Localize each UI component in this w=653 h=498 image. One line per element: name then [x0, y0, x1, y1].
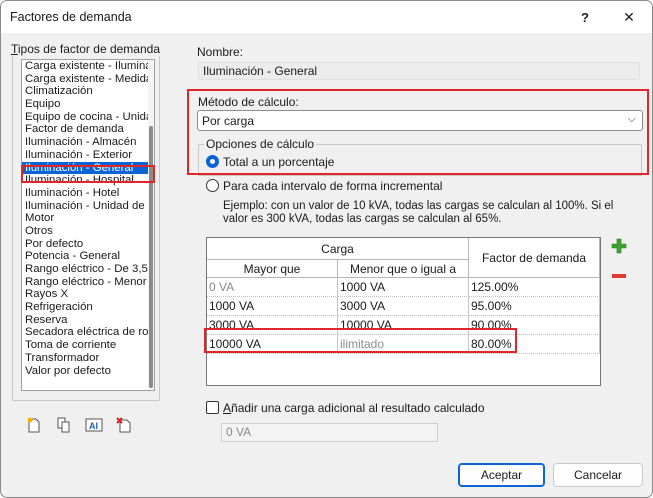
table-cell-factor[interactable]: 95.00% — [469, 297, 600, 316]
col-header-menor: Menor que o igual a — [338, 260, 469, 278]
col-header-mayor: Mayor que — [207, 260, 338, 278]
table-cell-factor[interactable]: 125.00% — [469, 278, 600, 297]
type-list-item[interactable]: Valor por defecto — [22, 365, 154, 378]
type-list-item[interactable]: Rango eléctrico - Menor que — [22, 276, 154, 289]
type-list-item[interactable]: Factor de demanda — [22, 123, 154, 136]
type-list-item[interactable]: Rayos X — [22, 288, 154, 301]
list-scrollbar[interactable] — [148, 60, 154, 390]
demand-factor-table: Carga Mayor que Menor que o igual a Fact… — [206, 237, 601, 386]
delete-type-icon — [116, 417, 131, 433]
type-list-item[interactable]: Potencia - General — [22, 250, 154, 263]
type-list-item[interactable]: Equipo — [22, 98, 154, 111]
type-list-item[interactable]: Equipo de cocina - Unidad — [22, 111, 154, 124]
add-row-button[interactable] — [611, 238, 627, 254]
help-icon: ? — [581, 9, 589, 25]
type-list-item[interactable]: Climatización — [22, 85, 154, 98]
remove-row-button[interactable] — [611, 270, 627, 280]
types-list-items: Carga existente - IluminaciónCarga exist… — [22, 60, 154, 377]
close-button[interactable]: ✕ — [607, 1, 651, 33]
svg-text:AI: AI — [89, 421, 98, 431]
new-type-button[interactable] — [24, 415, 44, 435]
types-group-legend: Tipos de factor de demanda — [10, 42, 161, 56]
type-list-item[interactable]: Reserva — [22, 314, 154, 327]
type-list-item[interactable]: Carga existente - Iluminación — [22, 60, 154, 73]
type-list-item[interactable]: Otros — [22, 225, 154, 238]
plus-icon — [611, 238, 627, 254]
demand-factors-dialog: Factores de demanda ? ✕ Tipos de factor … — [0, 0, 653, 498]
add-load-checkbox[interactable] — [206, 401, 219, 414]
method-highlight-box — [187, 89, 649, 175]
type-list-item[interactable]: Secadora eléctrica de ropa — [22, 326, 154, 339]
type-list-item[interactable]: Rango eléctrico - De 3,5 kW — [22, 263, 154, 276]
type-list-item[interactable]: Iluminación - Hotel — [22, 187, 154, 200]
selected-type-highlight-box — [21, 165, 155, 183]
types-list[interactable]: Carga existente - IluminaciónCarga exist… — [21, 59, 155, 391]
new-type-icon — [27, 417, 40, 433]
load-group-header: Carga — [207, 238, 469, 260]
minus-icon — [612, 274, 626, 278]
type-list-item[interactable]: Carga existente - Medida 30 — [22, 73, 154, 86]
incremental-radio[interactable] — [206, 179, 219, 192]
add-load-label: Añadir una carga adicional al resultado … — [223, 401, 485, 415]
duplicate-type-button[interactable] — [54, 415, 74, 435]
type-list-item[interactable]: Transformador — [22, 352, 154, 365]
duplicate-type-icon — [57, 417, 70, 433]
title-bar: Factores de demanda ? ✕ — [1, 1, 652, 33]
last-row-highlight-box — [204, 328, 517, 353]
name-field: Iluminación - General — [198, 62, 640, 80]
example-text-line2: valor es 300 kVA, todas las cargas se ca… — [223, 213, 502, 225]
type-list-item[interactable]: Toma de corriente — [22, 339, 154, 352]
accept-button[interactable]: Aceptar — [458, 463, 545, 487]
table-cell-menor[interactable]: 1000 VA — [338, 278, 469, 297]
table-cell-menor[interactable]: 3000 VA — [338, 297, 469, 316]
example-text-line1: Ejemplo: con un valor de 10 kVA, todas l… — [223, 200, 614, 212]
cancel-button[interactable]: Cancelar — [553, 463, 643, 487]
window-title: Factores de demanda — [10, 10, 132, 24]
type-list-item[interactable]: Iluminación - Unidad de vivienda — [22, 200, 154, 213]
close-icon: ✕ — [623, 8, 635, 25]
type-list-item[interactable]: Iluminación - Exterior — [22, 149, 154, 162]
type-list-item[interactable]: Refrigeración — [22, 301, 154, 314]
incremental-label: Para cada intervalo de forma incremental — [223, 179, 443, 193]
type-list-item[interactable]: Por defecto — [22, 238, 154, 251]
table-cell-mayor: 1000 VA — [207, 297, 338, 316]
rename-type-button[interactable]: AI — [84, 415, 104, 435]
help-button[interactable]: ? — [563, 1, 607, 33]
type-list-item[interactable]: Iluminación - Almacén — [22, 136, 154, 149]
name-label: Nombre: — [197, 45, 244, 59]
delete-type-button[interactable] — [114, 415, 134, 435]
table-cell-mayor: 0 VA — [207, 278, 338, 297]
add-load-field: 0 VA — [221, 423, 438, 442]
type-list-item[interactable]: Motor — [22, 212, 154, 225]
rename-type-icon: AI — [85, 418, 103, 432]
col-header-factor: Factor de demanda — [469, 238, 600, 278]
